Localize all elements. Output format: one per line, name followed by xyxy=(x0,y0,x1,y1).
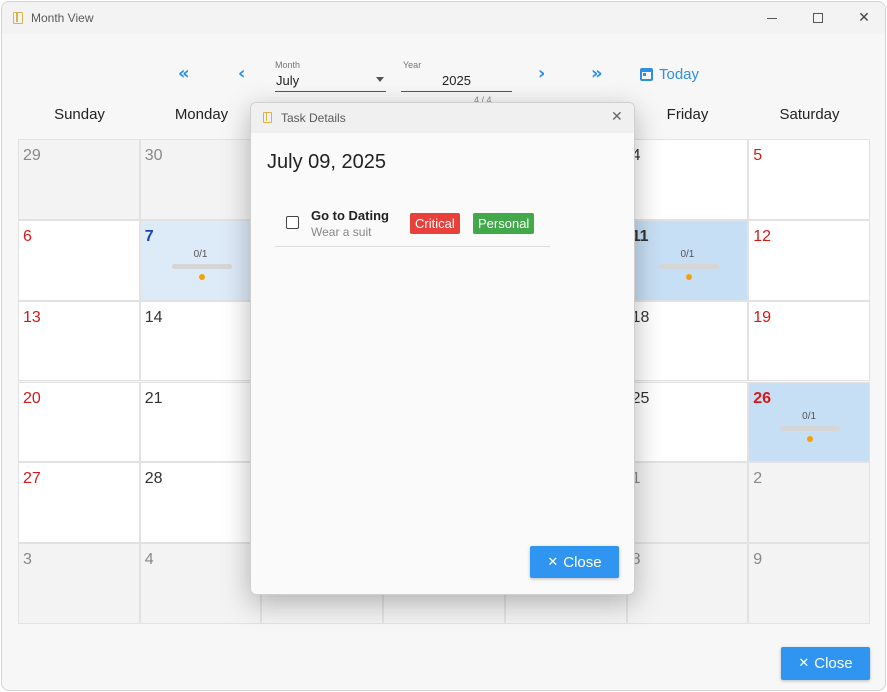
weekday-label: Monday xyxy=(174,106,229,123)
window-title: Month View xyxy=(31,11,94,25)
day-cell[interactable]: 7 0/1 xyxy=(139,219,262,301)
close-icon: ✕ xyxy=(547,554,559,570)
day-cell[interactable]: 12 xyxy=(748,219,870,301)
day-cell[interactable]: 6 xyxy=(18,219,140,301)
day-number: 20 xyxy=(23,389,41,407)
day-cell[interactable]: 28 xyxy=(139,462,262,544)
year-value: 2025 xyxy=(442,73,471,88)
day-cell[interactable]: 20 xyxy=(18,381,140,463)
day-cell[interactable]: 14 xyxy=(139,300,262,382)
task-indicator-dot xyxy=(685,273,692,280)
day-number: 5 xyxy=(753,147,763,164)
day-cell[interactable]: 30 xyxy=(139,139,262,220)
minimize-icon xyxy=(767,17,777,19)
previous-month-button[interactable]: ‹ xyxy=(238,64,245,84)
month-select[interactable]: Month July xyxy=(275,60,386,92)
year-input[interactable]: Year 2025 xyxy=(401,60,512,92)
weekday-label: Friday xyxy=(666,106,709,123)
day-number: 9 xyxy=(753,551,763,569)
day-number: 29 xyxy=(23,147,41,164)
day-cell[interactable]: 13 xyxy=(18,300,140,382)
day-cell[interactable]: 27 xyxy=(18,462,140,544)
dialog-date: July 09, 2025 xyxy=(267,151,386,173)
day-number: 21 xyxy=(144,389,163,407)
chevron-down-icon xyxy=(376,77,384,82)
day-cell[interactable]: 2 xyxy=(748,462,870,544)
day-cell[interactable]: 25 xyxy=(626,381,749,463)
last-month-button[interactable]: » xyxy=(591,64,603,84)
day-number: 7 xyxy=(144,227,154,245)
today-button[interactable]: Today xyxy=(640,64,699,84)
close-label: Close xyxy=(814,655,853,672)
task-progress-bar xyxy=(171,263,232,269)
close-icon: ✕ xyxy=(798,656,810,671)
task-indicator-dot xyxy=(807,435,814,442)
title-bar: Month View ✕ xyxy=(2,2,885,34)
close-button[interactable]: ✕ Close xyxy=(781,647,870,680)
month-value: July xyxy=(276,73,300,88)
month-label: Month xyxy=(275,60,301,70)
priority-badge: Critical xyxy=(410,213,460,234)
day-number: 26 xyxy=(753,389,772,407)
category-badge: Personal xyxy=(473,213,535,234)
day-number: 2 xyxy=(753,470,763,488)
close-icon: ✕ xyxy=(858,10,870,26)
day-number: 28 xyxy=(144,470,163,488)
dialog-close-label: Close xyxy=(563,553,602,571)
dialog-title-bar: Task Details ✕ xyxy=(251,103,634,133)
task-progress-bar xyxy=(658,263,719,269)
day-number: 30 xyxy=(144,147,163,164)
app-icon xyxy=(263,112,272,123)
task-progress-text: 0/1 xyxy=(802,410,817,422)
day-number: 19 xyxy=(753,308,772,326)
day-cell[interactable]: 8 xyxy=(626,543,749,624)
first-month-button[interactable]: « xyxy=(178,64,190,84)
app-icon xyxy=(13,12,23,24)
window-close-button[interactable]: ✕ xyxy=(841,2,885,34)
day-number: 27 xyxy=(23,470,41,488)
day-cell[interactable]: 21 xyxy=(139,381,262,463)
task-progress-text: 0/1 xyxy=(680,248,695,260)
day-cell[interactable]: 4 xyxy=(626,139,749,220)
day-cell[interactable]: 4 xyxy=(139,543,262,624)
day-cell[interactable]: 1 xyxy=(626,462,749,544)
day-number: 4 xyxy=(144,551,154,569)
day-number: 6 xyxy=(23,227,32,245)
day-cell[interactable]: 18 xyxy=(626,300,749,382)
day-cell[interactable]: 19 xyxy=(748,300,870,382)
maximize-button[interactable] xyxy=(795,2,841,34)
dialog-close-icon[interactable]: ✕ xyxy=(611,109,623,125)
day-cell[interactable]: 26 0/1 xyxy=(748,381,870,463)
day-cell[interactable]: 9 xyxy=(748,543,870,624)
task-item: Go to Dating Wear a suit Critical Person… xyxy=(275,200,550,247)
task-checkbox[interactable] xyxy=(286,216,299,229)
task-details-dialog: Task Details ✕ July 09, 2025 Go to Datin… xyxy=(250,102,635,595)
task-progress-text: 0/1 xyxy=(193,248,208,260)
today-label: Today xyxy=(659,65,700,83)
maximize-icon xyxy=(813,13,823,23)
dialog-close-button[interactable]: ✕ Close xyxy=(530,546,619,578)
day-number: 12 xyxy=(753,227,772,245)
day-number: 14 xyxy=(144,308,163,326)
task-progress-bar xyxy=(780,425,841,431)
task-indicator-dot xyxy=(198,273,205,280)
weekday-label: Sunday xyxy=(54,106,105,123)
day-cell[interactable]: 29 xyxy=(18,139,140,220)
day-cell[interactable]: 3 xyxy=(18,543,140,624)
day-number: 3 xyxy=(23,551,32,569)
task-title: Go to Dating xyxy=(311,208,389,223)
minimize-button[interactable] xyxy=(749,2,795,34)
weekday-label: Saturday xyxy=(779,106,840,123)
day-cell[interactable]: 11 0/1 xyxy=(626,219,749,301)
calendar-icon xyxy=(640,67,653,81)
year-label: Year xyxy=(403,60,422,70)
next-month-button[interactable]: › xyxy=(538,64,545,84)
dialog-title: Task Details xyxy=(281,111,346,125)
day-cell[interactable]: 5 xyxy=(748,139,870,220)
task-subtitle: Wear a suit xyxy=(311,225,372,239)
day-number: 13 xyxy=(23,308,41,326)
